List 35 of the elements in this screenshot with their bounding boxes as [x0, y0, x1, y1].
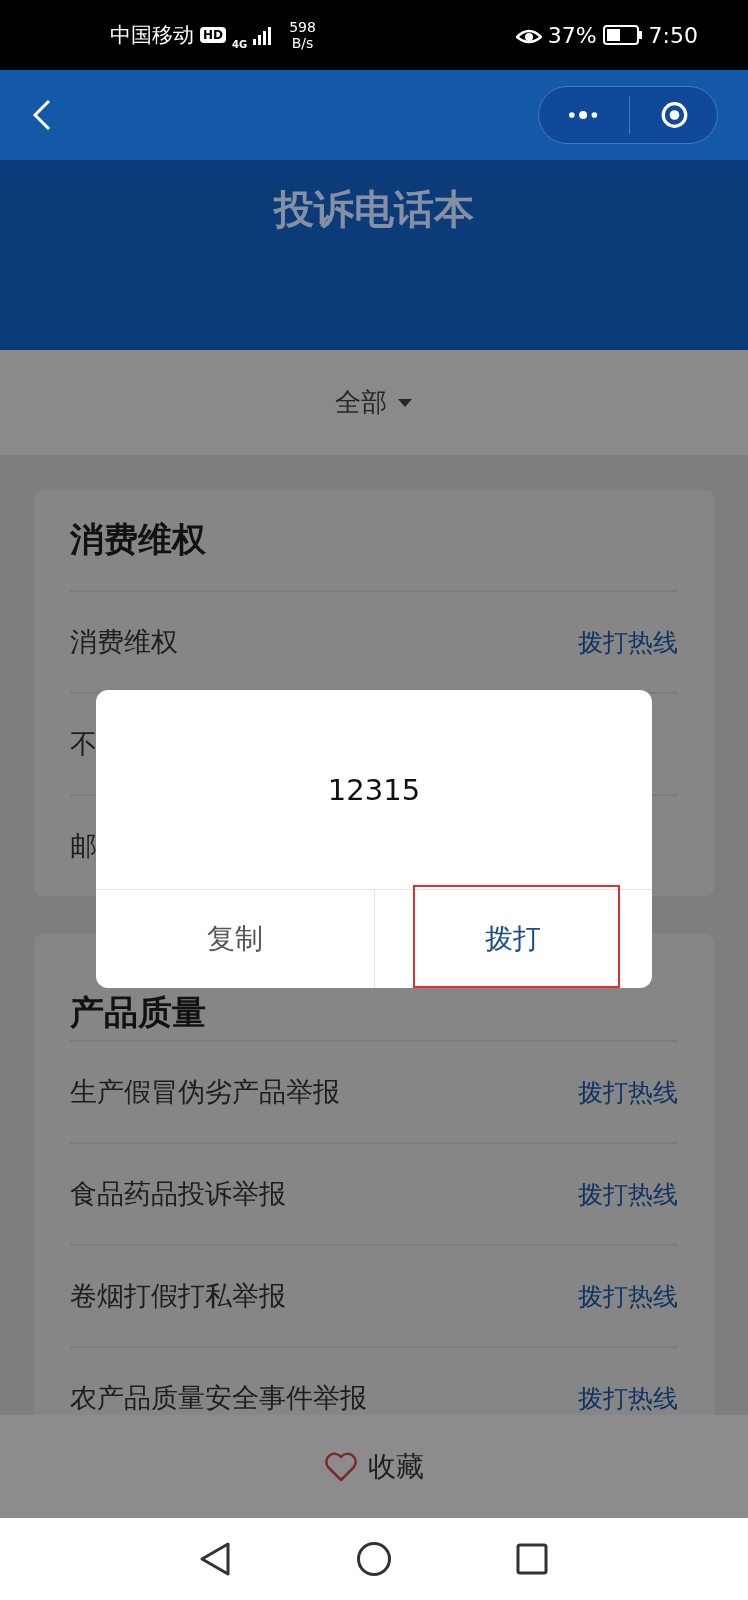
call-hotline-link[interactable]: 拨打热线: [578, 1381, 678, 1415]
battery-icon: [602, 25, 643, 45]
call-button[interactable]: 拨打: [373, 890, 652, 988]
caret-icon: [397, 397, 413, 408]
back-icon[interactable]: [32, 99, 52, 131]
carrier-name: 中国移动: [110, 22, 194, 49]
phone-number: 12315: [326, 771, 422, 809]
call-hotline-link[interactable]: 拨打热线: [578, 625, 678, 659]
section-title: 产品质量: [70, 991, 206, 1034]
battery-percent: 37%: [547, 22, 597, 48]
section-title: 消费维权: [70, 518, 206, 561]
heart-icon: [324, 1451, 358, 1482]
hotline-name: 农产品质量安全事件举报: [70, 1381, 367, 1415]
page-title: 投诉电话本: [274, 185, 474, 234]
clock: 7:50: [648, 22, 698, 48]
call-hotline-link[interactable]: 拨打热线: [578, 1075, 678, 1109]
hd-badge: HD: [200, 27, 226, 43]
hotline-name: 不: [70, 727, 97, 761]
more-icon[interactable]: [567, 109, 600, 121]
category-dropdown[interactable]: 全部: [329, 384, 419, 421]
hotline-name: 食品药品投诉举报: [70, 1177, 286, 1211]
hotline-name: 邮: [70, 829, 97, 863]
hotline-name: 消费维权: [70, 625, 178, 659]
hotline-name: 卷烟打假打私举报: [70, 1279, 286, 1313]
copy-button[interactable]: 复制: [96, 890, 374, 988]
home-icon[interactable]: [356, 1541, 392, 1577]
back-icon[interactable]: [198, 1541, 232, 1577]
hotline-name: 生产假冒伪劣产品举报: [70, 1075, 340, 1109]
speed-unit: B/s: [291, 35, 314, 51]
favorite-button[interactable]: 收藏: [318, 1446, 430, 1487]
recent-apps-icon[interactable]: [516, 1543, 548, 1575]
speed-value: 598: [289, 19, 316, 35]
call-hotline-link[interactable]: 拨打热线: [578, 1279, 678, 1313]
network-type: 4G: [232, 39, 248, 50]
call-hotline-link[interactable]: 拨打热线: [578, 1177, 678, 1211]
